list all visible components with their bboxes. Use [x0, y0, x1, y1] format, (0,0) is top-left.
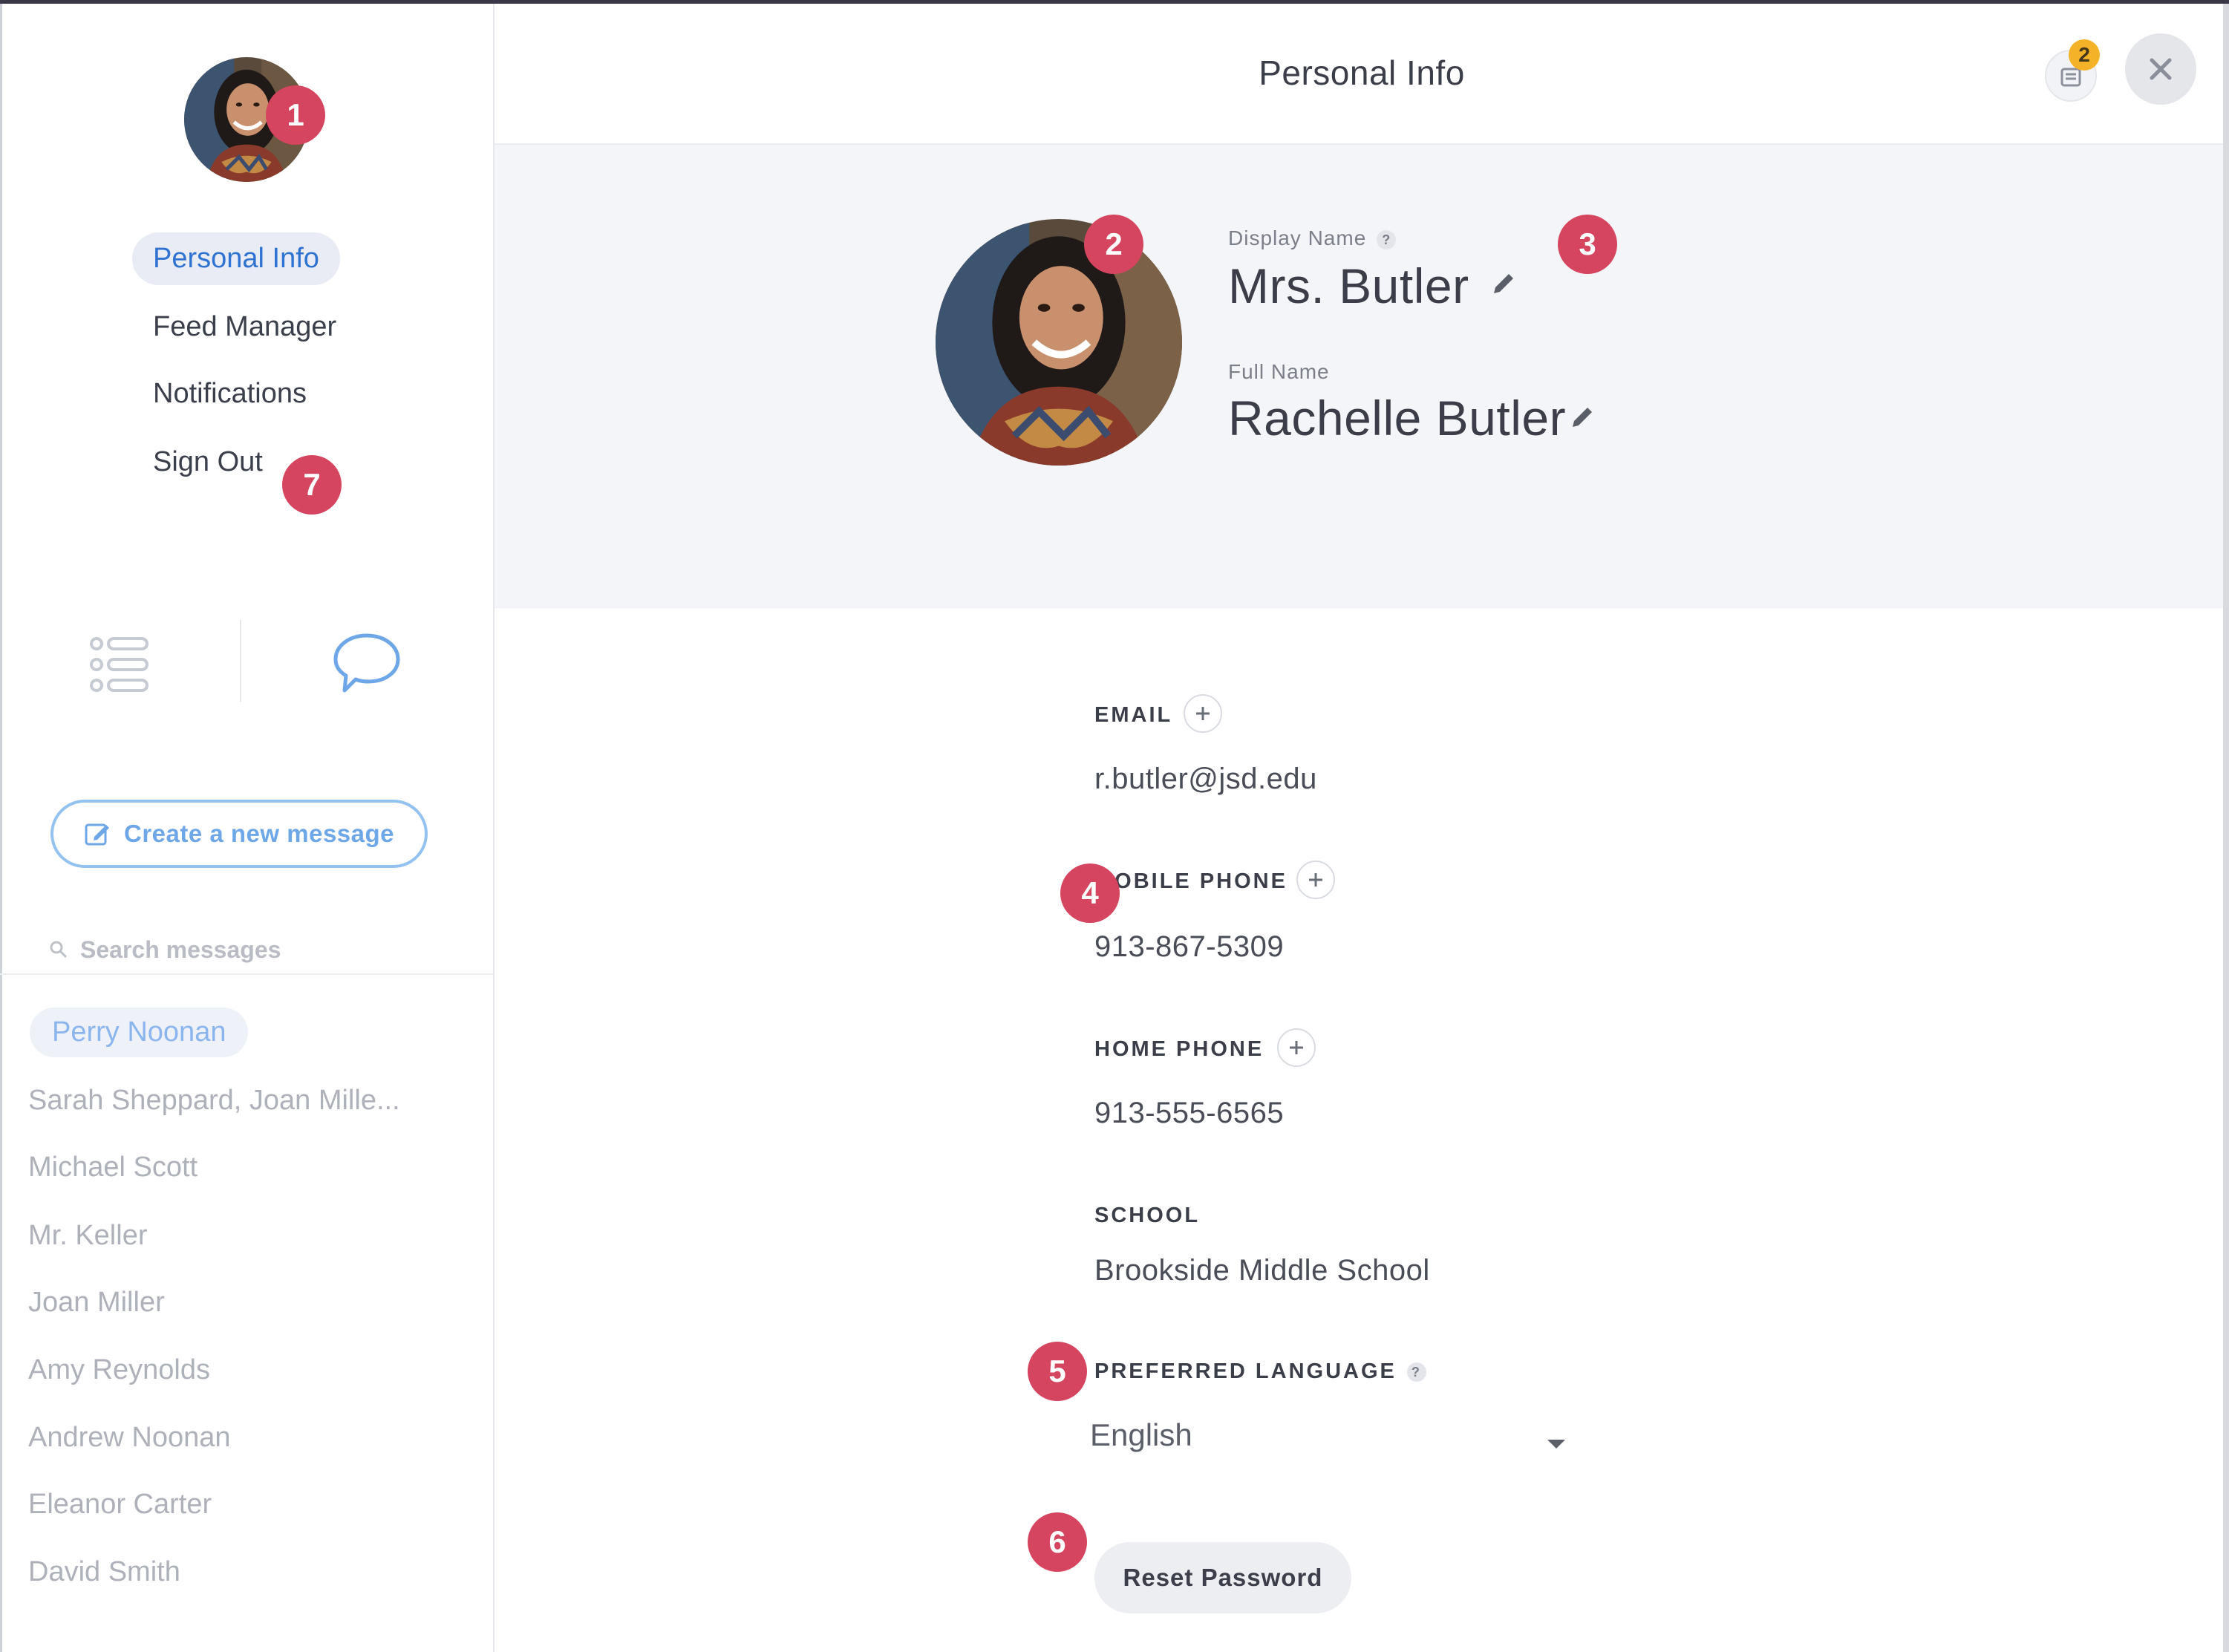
app-window: 1 Personal Info Feed Manager Notificatio… [0, 4, 2229, 1652]
callout-badge-6: 6 [1028, 1512, 1087, 1572]
edit-display-name-icon[interactable] [1489, 270, 1518, 298]
conversation-item[interactable]: David Smith [28, 1556, 180, 1588]
language-select[interactable]: English [1090, 1417, 1565, 1469]
conversation-item[interactable]: Amy Reynolds [28, 1354, 210, 1386]
mobile-phone-label: MOBILE PHONE [1094, 869, 1288, 893]
display-name-label-text: Display Name [1228, 226, 1367, 249]
sidebar-item-personal-info[interactable]: Personal Info [132, 232, 340, 285]
callout-badge-1: 1 [266, 85, 325, 145]
search-icon [50, 941, 68, 959]
callout-badge-4: 4 [1060, 863, 1120, 923]
school-value: Brookside Middle School [1094, 1254, 1430, 1287]
help-icon[interactable]: ? [1406, 1362, 1426, 1382]
window-left-edge [0, 4, 2, 1652]
tab-divider [240, 620, 241, 702]
create-message-button[interactable]: Create a new message [50, 800, 428, 868]
callout-badge-2: 2 [1084, 215, 1143, 274]
search-divider [0, 973, 493, 975]
chevron-down-icon [1547, 1440, 1565, 1449]
avatar-photo [936, 219, 1182, 466]
sidebar: 1 Personal Info Feed Manager Notificatio… [0, 4, 495, 1652]
search-bar [49, 933, 465, 966]
school-label: SCHOOL [1094, 1204, 1201, 1227]
reset-password-button[interactable]: Reset Password [1094, 1542, 1351, 1613]
create-message-label: Create a new message [123, 820, 395, 847]
search-input[interactable] [79, 935, 453, 964]
preferred-language-label-text: PREFERRED LANGUAGE [1094, 1359, 1397, 1383]
conversation-item[interactable]: Sarah Sheppard, Joan Mille... [28, 1085, 400, 1117]
preferred-language-label: PREFERRED LANGUAGE? [1094, 1359, 1426, 1384]
conversation-item[interactable]: Joan Miller [28, 1287, 165, 1319]
email-label: EMAIL [1094, 703, 1173, 727]
callout-badge-7: 7 [282, 455, 342, 515]
sidebar-item-sign-out[interactable]: Sign Out [153, 446, 263, 478]
chat-bubble-icon[interactable] [331, 631, 402, 696]
sidebar-item-feed-manager[interactable]: Feed Manager [153, 311, 336, 343]
contact-fields: EMAIL r.butler@jsd.edu MOBILE PHONE 4 91… [495, 608, 2223, 1652]
display-name-label: Display Name? [1228, 226, 1397, 250]
conversation-item[interactable]: Perry Noonan [30, 1008, 249, 1057]
plus-icon [1290, 1041, 1303, 1054]
compose-icon [85, 823, 109, 846]
mobile-phone-value: 913-867-5309 [1094, 930, 1285, 963]
list-view-icon[interactable] [89, 635, 150, 694]
email-value: r.butler@jsd.edu [1094, 763, 1317, 795]
add-mobile-phone-button[interactable] [1296, 861, 1335, 899]
edit-full-name-icon[interactable] [1568, 403, 1596, 431]
language-selected-value: English [1090, 1417, 1192, 1452]
close-icon [2150, 58, 2172, 80]
full-name-value: Rachelle Butler [1228, 391, 1567, 445]
close-button[interactable] [2125, 33, 2196, 105]
conversation-item[interactable]: Mr. Keller [28, 1220, 147, 1252]
home-phone-value: 913-555-6565 [1094, 1097, 1285, 1129]
callout-badge-3: 3 [1558, 215, 1617, 274]
notification-count-badge: 2 [2069, 39, 2100, 71]
conversation-item[interactable]: Eleanor Carter [28, 1489, 212, 1521]
window-right-edge [2223, 4, 2229, 1652]
profile-summary: 2 Display Name? Mrs. Butler 3 Full Name … [495, 145, 2223, 608]
conversation-item[interactable]: Michael Scott [28, 1152, 198, 1184]
add-home-phone-button[interactable] [1277, 1028, 1316, 1067]
home-phone-label: HOME PHONE [1094, 1037, 1264, 1061]
page-title: Personal Info [1259, 53, 1465, 92]
conversation-item[interactable]: Andrew Noonan [28, 1422, 231, 1454]
callout-badge-5: 5 [1028, 1342, 1087, 1401]
sidebar-item-notifications[interactable]: Notifications [153, 378, 307, 410]
add-email-button[interactable] [1184, 694, 1222, 733]
help-icon[interactable]: ? [1377, 229, 1397, 249]
plus-icon [1309, 873, 1322, 887]
profile-photo[interactable] [936, 219, 1182, 466]
full-name-label: Full Name [1228, 360, 1330, 383]
display-name-value: Mrs. Butler [1228, 258, 1469, 313]
main-header: Personal Info 2 [495, 4, 2229, 145]
plus-icon [1196, 707, 1210, 720]
